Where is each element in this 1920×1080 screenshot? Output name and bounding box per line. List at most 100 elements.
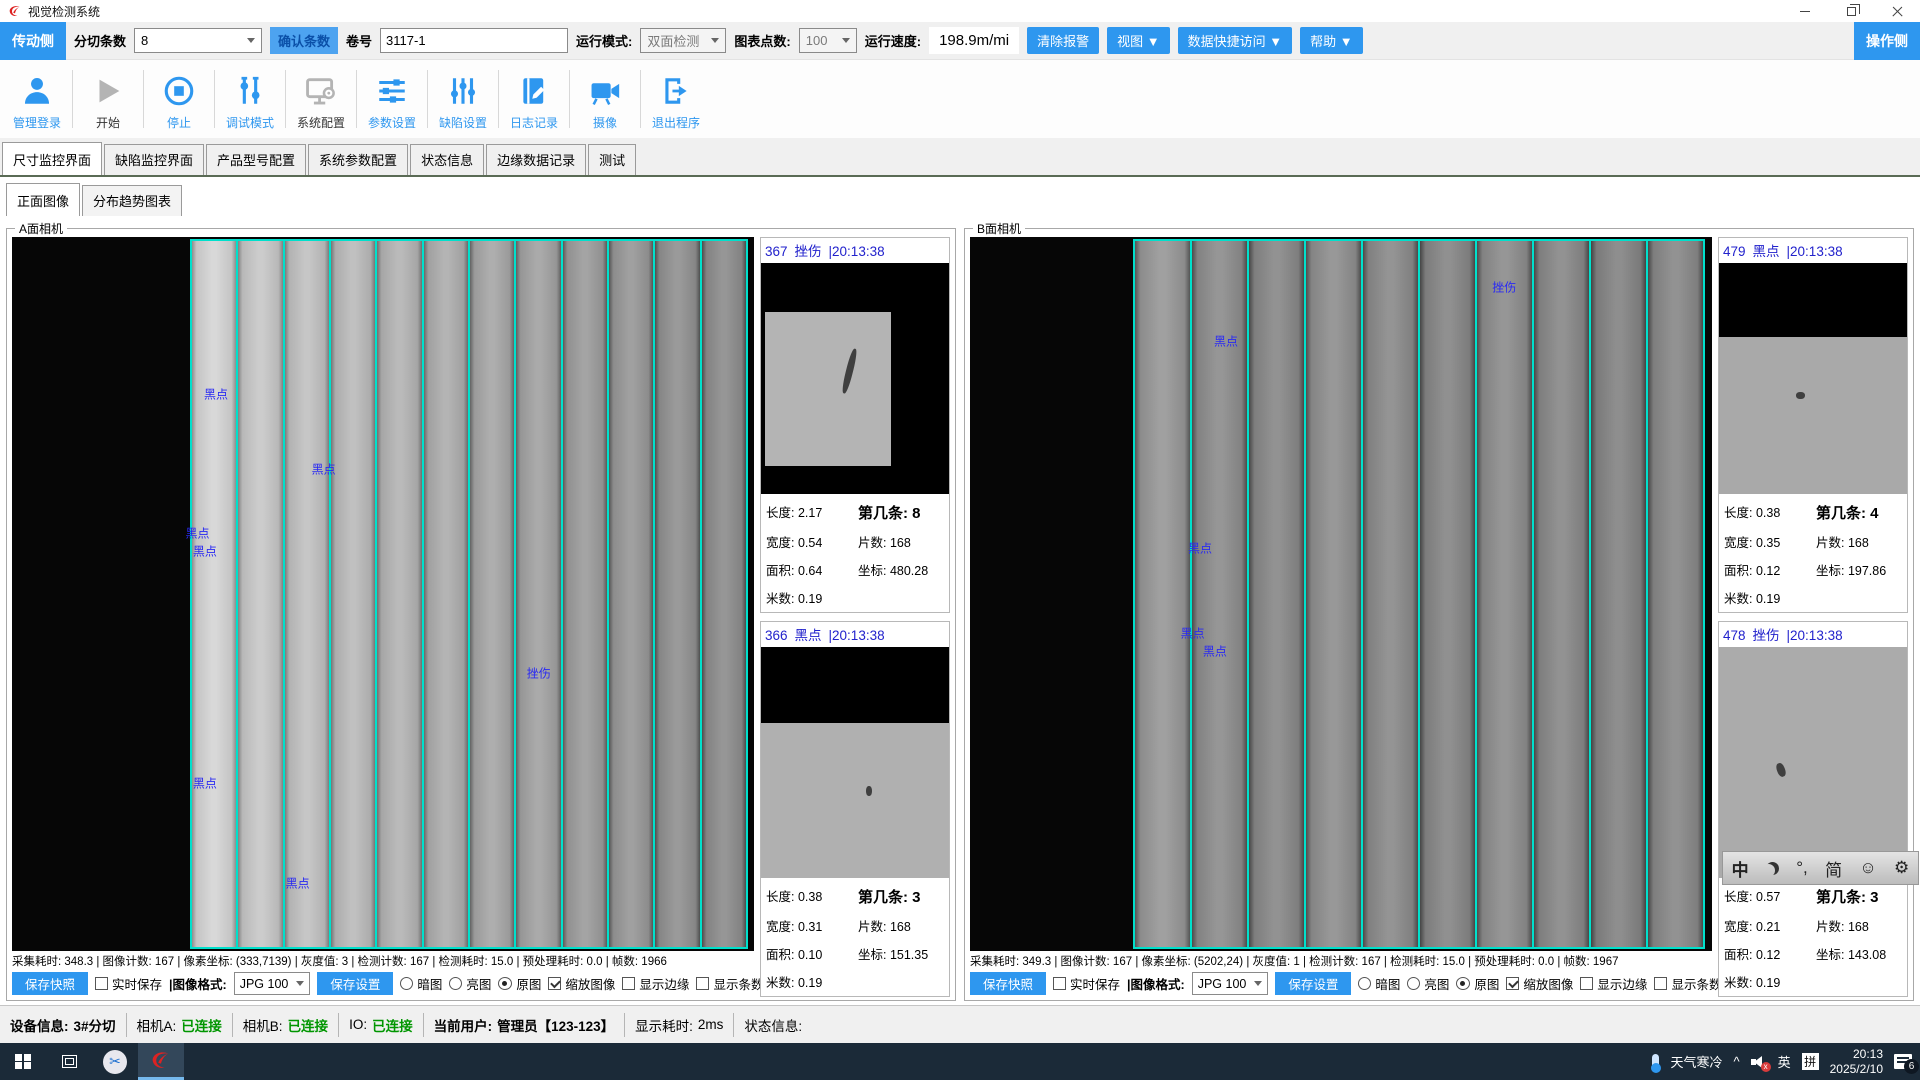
screenshot-app-button[interactable]: ✂	[92, 1043, 138, 1080]
taskbar: ✂ 天气寒冷 ^ x 英 拼 20:13 2025/2/10 6	[0, 1043, 1920, 1080]
ime-settings-icon[interactable]: ⚙	[1894, 858, 1909, 878]
ime-lang-indicator[interactable]: 中	[1732, 856, 1749, 881]
radio-3-option[interactable]: 原图	[1456, 974, 1499, 993]
task-view-button[interactable]	[46, 1043, 92, 1080]
clear-alarm-button[interactable]: 清除报警	[1027, 27, 1099, 54]
stat-3: 米数: 0.19	[766, 972, 858, 991]
stat-label: 长度:	[1724, 506, 1756, 520]
app-logo-icon	[8, 4, 22, 18]
sliders-h-icon	[375, 74, 409, 111]
ime-emoji-button[interactable]: ☺	[1859, 858, 1876, 878]
show-count-checkbox[interactable]: 显示条数	[1654, 974, 1721, 993]
image-format-select[interactable]: JPG 100	[1192, 972, 1269, 995]
realtime-save-checkbox[interactable]: 实时保存	[95, 974, 162, 993]
defect-annotation: 黑点	[193, 543, 217, 560]
show-count-checkbox[interactable]: 显示条数	[696, 974, 763, 993]
roll-number-input[interactable]	[380, 28, 568, 53]
panel-a-defect-card-2[interactable]: 366黑点|20:13:38长度: 0.38第几条: 3宽度: 0.31片数: …	[760, 621, 950, 997]
stat-label: 宽度:	[1724, 536, 1756, 550]
run-mode-select[interactable]: 双面检测	[640, 28, 726, 53]
show-edge-checkbox[interactable]: 显示边缘	[622, 974, 689, 993]
radio-3-option[interactable]: 原图	[498, 974, 541, 993]
start-button[interactable]	[0, 1043, 46, 1080]
zoom-image-checkbox[interactable]: 缩放图像	[548, 974, 615, 993]
stat-r-0: 第几条: 3	[1816, 886, 1905, 907]
realtime-save-checkbox[interactable]: 实时保存	[1053, 974, 1120, 993]
save-snapshot-button[interactable]: 保存快照	[12, 972, 88, 995]
toolbar-button-monitor[interactable]: 系统配置	[286, 67, 356, 131]
stat-1: 宽度: 0.35	[1724, 532, 1816, 551]
toolbar-button-label: 系统配置	[297, 114, 345, 131]
panel-a-defect-card-1[interactable]: 367挫伤|20:13:38长度: 2.17第几条: 8宽度: 0.54片数: …	[760, 237, 950, 613]
tab-4[interactable]: 系统参数配置	[308, 144, 408, 175]
panel-b-defect-card-1[interactable]: 479黑点|20:13:38长度: 0.38第几条: 4宽度: 0.35片数: …	[1718, 237, 1908, 613]
radio-2-option[interactable]: 亮图	[449, 974, 491, 993]
panel-b-defect-card-2[interactable]: 478挫伤|20:13:38长度: 0.57第几条: 3宽度: 0.21片数: …	[1718, 621, 1908, 997]
radio-1-option[interactable]: 暗图	[1358, 974, 1400, 993]
material-strip	[702, 241, 746, 947]
toolbar-button-tune[interactable]: 调试模式	[215, 67, 285, 131]
operator-side-button[interactable]: 操作侧	[1854, 22, 1920, 60]
minimize-button[interactable]	[1782, 0, 1828, 22]
stat-0: 长度: 0.57	[1724, 886, 1816, 907]
toolbar-button-stop[interactable]: 停止	[144, 67, 214, 131]
radio-1-option[interactable]: 暗图	[400, 974, 442, 993]
ime-simplified-toggle[interactable]: 简	[1825, 856, 1842, 881]
defect-type: 挫伤	[1753, 624, 1780, 644]
tab-2[interactable]: 缺陷监控界面	[104, 144, 204, 175]
image-format-select[interactable]: JPG 100	[234, 972, 311, 995]
toolbar-button-exit[interactable]: 退出程序	[641, 67, 711, 131]
save-snapshot-button[interactable]: 保存快照	[970, 972, 1046, 995]
minimize-icon	[1800, 11, 1810, 12]
close-button[interactable]	[1874, 0, 1920, 22]
ime-punctuation-toggle[interactable]: °,	[1796, 858, 1808, 878]
tab-3[interactable]: 产品型号配置	[206, 144, 306, 175]
realtime-save-label: 实时保存	[112, 974, 162, 993]
toolbar-button-sliders-v[interactable]: 缺陷设置	[428, 67, 498, 131]
save-settings-button[interactable]: 保存设置	[317, 972, 393, 995]
radio-label: 亮图	[1424, 974, 1449, 993]
stat-label: 面积:	[1724, 948, 1756, 962]
defect-id: 367	[765, 244, 788, 259]
help-menu-button[interactable]: 帮助 ▼	[1300, 27, 1362, 54]
toolbar-button-label: 退出程序	[652, 114, 700, 131]
show-edge-checkbox[interactable]: 显示边缘	[1580, 974, 1647, 993]
tab-1[interactable]: 尺寸监控界面	[2, 142, 102, 175]
inspection-app-taskbar-button[interactable]	[138, 1043, 184, 1080]
maximize-button[interactable]	[1828, 0, 1874, 22]
clock[interactable]: 20:13 2025/2/10	[1830, 1047, 1883, 1077]
save-settings-button[interactable]: 保存设置	[1275, 972, 1351, 995]
defect-stats: 长度: 0.38第几条: 3宽度: 0.31片数: 168面积: 0.10坐标:…	[761, 878, 949, 996]
drive-side-button[interactable]: 传动侧	[0, 22, 66, 60]
view-menu-button[interactable]: 视图 ▼	[1107, 27, 1169, 54]
volume-muted-button[interactable]: x	[1751, 1055, 1767, 1069]
subtab-2[interactable]: 分布趋势图表	[82, 185, 182, 216]
chart-points-select[interactable]: 100	[799, 28, 857, 53]
zoom-image-checkbox[interactable]: 缩放图像	[1506, 974, 1573, 993]
language-indicator[interactable]: 英	[1778, 1052, 1791, 1071]
notification-center-button[interactable]: 6	[1894, 1054, 1912, 1069]
radio-2-option[interactable]: 亮图	[1407, 974, 1449, 993]
tab-5[interactable]: 状态信息	[410, 144, 484, 175]
weather-text: 天气寒冷	[1670, 1052, 1722, 1071]
panel-b-camera-image: 挫伤黑点黑点黑点黑点	[970, 237, 1712, 951]
material-strip	[516, 241, 562, 947]
stat-value: 168	[890, 536, 911, 550]
slit-count-select[interactable]: 8	[134, 28, 262, 53]
toolbar-button-user[interactable]: 管理登录	[2, 67, 72, 131]
tab-7[interactable]: 测试	[588, 144, 636, 175]
tab-6[interactable]: 边缘数据记录	[486, 144, 586, 175]
stat-empty	[858, 588, 947, 607]
toolbar-button-camera[interactable]: 摄像	[570, 67, 640, 131]
hidden-icons-button[interactable]: ^	[1733, 1054, 1739, 1069]
moon-mode-icon[interactable]	[1766, 862, 1779, 875]
ime-indicator[interactable]: 拼	[1802, 1053, 1819, 1070]
subtab-1[interactable]: 正面图像	[6, 183, 80, 216]
chevron-down-icon	[842, 38, 850, 43]
confirm-count-button[interactable]: 确认条数	[270, 27, 338, 54]
toolbar-button-log[interactable]: 日志记录	[499, 67, 569, 131]
user-icon	[20, 74, 54, 111]
toolbar-button-play[interactable]: 开始	[73, 67, 143, 131]
data-quick-access-menu-button[interactable]: 数据快捷访问 ▼	[1178, 27, 1292, 54]
toolbar-button-sliders-h[interactable]: 参数设置	[357, 67, 427, 131]
